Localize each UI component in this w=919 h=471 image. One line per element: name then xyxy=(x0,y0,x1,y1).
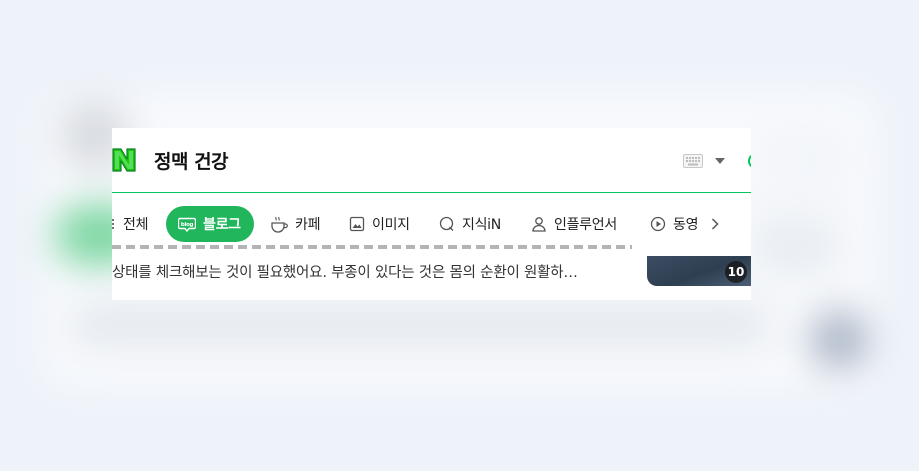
tab-label: 전체 xyxy=(123,217,149,233)
tab-label: 이미지 xyxy=(372,217,410,233)
svg-text:blog: blog xyxy=(181,221,194,227)
naver-logo-icon[interactable] xyxy=(112,146,138,174)
tab-label: 동영 xyxy=(673,217,699,233)
search-header: 정맥 건강 xyxy=(112,128,751,193)
tab-image[interactable]: 이미지 xyxy=(349,206,410,242)
tab-influencer[interactable]: 인플루언서 xyxy=(531,206,617,242)
chevron-right-icon[interactable] xyxy=(711,218,719,230)
tab-all[interactable]: 전체 xyxy=(112,206,148,242)
person-icon xyxy=(532,217,546,232)
tab-video[interactable]: 동영 xyxy=(650,206,698,242)
blog-icon: blog xyxy=(178,217,196,232)
search-button-icon[interactable] xyxy=(748,153,751,169)
search-result-card: 정맥 건강 전체 blog 블로그 카페 이미지 지식iN 인플루언서 동영 상… xyxy=(112,128,751,300)
tab-kin[interactable]: 지식iN xyxy=(439,206,501,242)
result-thumbnail[interactable]: 10 xyxy=(647,256,751,286)
kin-icon xyxy=(439,216,454,231)
tab-label: 지식iN xyxy=(462,217,501,233)
tab-label: 블로그 xyxy=(203,217,241,233)
search-tab-bar: 전체 blog 블로그 카페 이미지 지식iN 인플루언서 동영 xyxy=(112,206,751,242)
tab-blog[interactable]: blog 블로그 xyxy=(166,206,254,242)
keyboard-icon[interactable] xyxy=(683,154,703,168)
tab-label: 인플루언서 xyxy=(554,217,617,233)
result-snippet[interactable]: 상태를 체크해보는 것이 필요했어요. 부종이 있다는 것은 몸의 순환이 원활… xyxy=(112,261,578,282)
image-icon xyxy=(349,216,365,232)
play-icon xyxy=(650,216,666,232)
image-count-badge: 10 xyxy=(725,261,747,283)
tab-label: 카페 xyxy=(295,217,321,233)
search-query-text[interactable]: 정맥 건강 xyxy=(154,147,229,174)
list-icon xyxy=(112,219,114,229)
tab-cafe[interactable]: 카페 xyxy=(270,206,320,242)
snippet-previous-line xyxy=(112,242,632,252)
caret-down-icon[interactable] xyxy=(715,158,725,164)
cafe-icon xyxy=(271,216,288,233)
